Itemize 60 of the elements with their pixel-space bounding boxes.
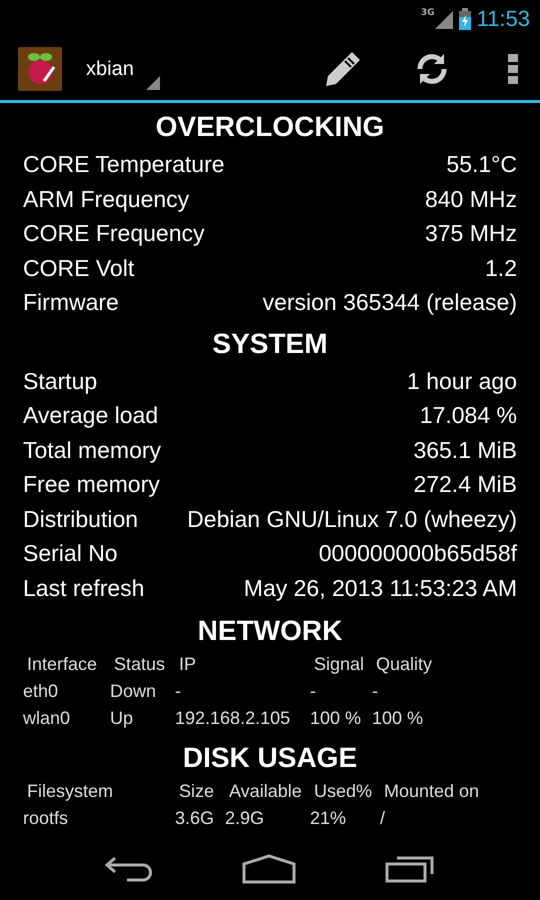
column-header: Filesystem [26, 780, 114, 803]
table-cell-text: eth0 [23, 680, 60, 703]
info-value: 1 hour ago [407, 366, 517, 396]
info-value: 55.1°C [446, 150, 517, 179]
column-header: Signal [313, 653, 366, 676]
profile-dropdown[interactable]: xbian [86, 44, 160, 94]
info-label: Startup [23, 366, 98, 396]
info-value: 272.4 MiB [413, 470, 517, 499]
info-label: CORE Temperature [23, 150, 225, 179]
info-label: Distribution [23, 504, 138, 534]
column-header: Status [113, 653, 166, 676]
table-cell-text: 2.9G [225, 807, 266, 830]
table-cell-text: Up [110, 707, 134, 730]
info-label: Free memory [23, 470, 160, 499]
section-heading: SYSTEM [211, 326, 329, 360]
section-heading: OVERCLOCKING [154, 110, 386, 144]
column-header: Quality [375, 653, 434, 676]
table-cell-text: - [372, 680, 379, 703]
section-heading: DISK USAGE [182, 741, 358, 775]
info-value: 17.084 % [420, 401, 517, 430]
section-heading: NETWORK [196, 614, 344, 648]
table-cell-text: 3.6G [175, 807, 216, 830]
table-cell-text: 100 % [372, 707, 424, 730]
info-label: ARM Frequency [23, 184, 190, 214]
table-cell-text: wlan0 [23, 707, 72, 730]
table-cell-text: - [175, 680, 182, 703]
table-cell-text: rootfs [23, 807, 70, 830]
column-header: Used% [313, 780, 374, 803]
info-label: Serial No [23, 539, 118, 568]
info-label: Firmware [23, 288, 119, 317]
battery-icon [458, 8, 471, 30]
clock: 11:53 [476, 6, 530, 32]
info-value: 375 MHz [424, 219, 517, 248]
info-value: Debian GNU/Linux 7.0 (wheezy) [187, 504, 517, 534]
info-label: Average load [23, 401, 158, 430]
info-value: 000000000b65d58f [318, 539, 517, 568]
signal-icon [434, 9, 453, 29]
column-header: Size [178, 780, 216, 803]
info-value: 1.2 [485, 254, 517, 282]
info-label: Total memory [23, 436, 162, 465]
dropdown-arrow-icon [146, 76, 160, 90]
column-header: Available [228, 780, 303, 803]
column-header: Mounted on [383, 780, 480, 803]
info-label: CORE Volt [23, 254, 134, 282]
table-cell-text: / [380, 807, 386, 830]
info-value: 365.1 MiB [413, 436, 517, 464]
column-header: Interface [26, 653, 98, 676]
info-value: May 26, 2013 11:53:23 AM [244, 574, 517, 603]
table-cell-text: - [310, 680, 317, 703]
raspberry-icon[interactable] [18, 47, 62, 91]
info-label: Last refresh [23, 574, 144, 602]
column-header: IP [178, 653, 198, 676]
network-type: 3G [420, 8, 435, 18]
info-label: CORE Frequency [23, 219, 205, 248]
table-cell-text: 192.168.2.105 [175, 707, 292, 730]
table-cell-text: 100 % [310, 707, 362, 730]
info-value: 840 MHz [424, 184, 517, 214]
table-cell-text: Down [110, 680, 158, 703]
info-value: version 365344 (release) [262, 288, 517, 317]
table-cell-text: 21% [310, 807, 348, 830]
